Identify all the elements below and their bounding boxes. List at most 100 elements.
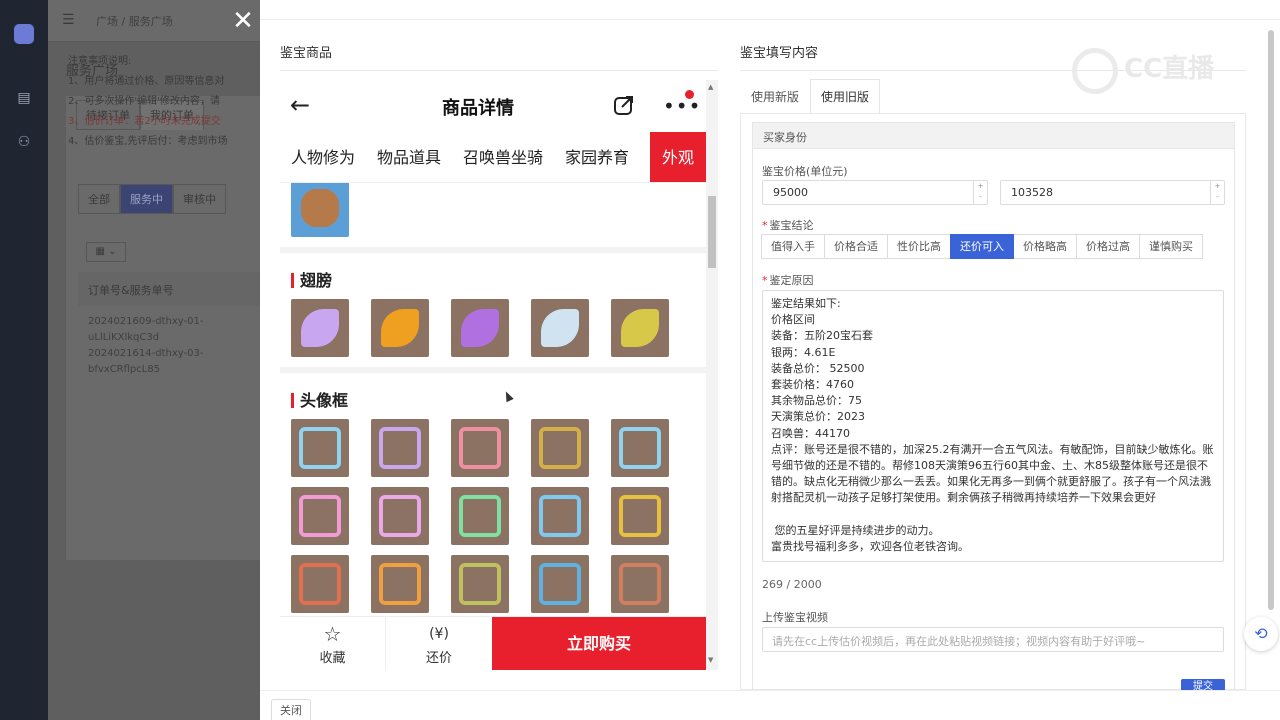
video-label: 上传鉴宝视频 [762, 611, 828, 624]
scroll-down-icon[interactable]: ▼ [708, 656, 713, 664]
share-icon[interactable] [613, 94, 635, 116]
bargain-button[interactable]: (¥) 还价 [386, 617, 492, 670]
frame-icon [379, 495, 421, 537]
preview-scrollbar[interactable] [706, 80, 718, 670]
column-toggle-button[interactable]: ▦ ⌄ [86, 242, 126, 262]
right-section-title: 鉴宝填写内容 [740, 46, 819, 61]
more-icon[interactable]: ••• [663, 94, 701, 118]
preview-header: ← 商品详情 ••• [280, 80, 706, 132]
wing-item[interactable] [371, 299, 429, 357]
order-id: 2024021614-dthxy-03- [88, 348, 204, 359]
favorite-button[interactable]: ☆ 收藏 [280, 617, 385, 670]
frame-item[interactable] [531, 419, 589, 477]
table-header: 订单号&服务单号 [78, 272, 262, 306]
frame-item[interactable] [451, 487, 509, 545]
option-too-high[interactable]: 价格过高 [1076, 234, 1140, 259]
divider [280, 247, 706, 253]
mount-thumbnail[interactable] [291, 183, 349, 237]
buyer-card: 买家身份 鉴宝价格(单位元) 95000 + - 103528 + - * 鉴宝结论 … [752, 122, 1235, 691]
frame-item[interactable] [611, 419, 669, 477]
section-wings-title: 翅膀 [291, 267, 332, 291]
stepper-icon[interactable]: + - [1210, 181, 1224, 204]
preview-scroll-thumb[interactable] [708, 196, 716, 268]
tab-home[interactable]: 家园养育 [554, 132, 640, 182]
drawer-top-strip [260, 0, 1280, 20]
stepper-icon[interactable]: + - [973, 181, 987, 204]
assistant-icon[interactable]: ⟲ [1244, 617, 1278, 651]
user-icon[interactable]: ⚇ [16, 134, 32, 150]
frame-item[interactable] [451, 419, 509, 477]
reason-textarea[interactable]: 鉴定结果如下: 价格区间 装备：五阶20宝石套 银两：4.61E 装备总价： 5… [762, 290, 1224, 562]
tab-character[interactable]: 人物修为 [280, 132, 366, 182]
wing-icon [461, 309, 499, 347]
tab-items[interactable]: 物品道具 [366, 132, 452, 182]
video-url-input[interactable]: 请先在cc上传估价视频后，再在此处粘贴视频链接；视频内容有助于好评哦~ [762, 627, 1224, 652]
char-counter: 269 / 2000 [762, 578, 822, 591]
product-preview: ← 商品详情 ••• 人物修为 物品道具 召唤兽坐骑 家园养育 外观 翅膀 头像… [280, 80, 718, 670]
frame-icon [299, 427, 341, 469]
filter-in-service[interactable]: 服务中 [120, 184, 173, 214]
option-good-value[interactable]: 性价比高 [887, 234, 951, 259]
price-label: 鉴宝价格(单位元) [762, 165, 848, 178]
tab-new-version[interactable]: 使用新版 [740, 79, 810, 113]
star-icon: ☆ [323, 622, 342, 646]
favorite-label: 收藏 [319, 651, 346, 666]
frame-item[interactable] [371, 555, 429, 613]
version-tabs: 使用新版 使用旧版 [740, 79, 881, 113]
order-id: 2024021609-dthxy-01- [88, 316, 204, 327]
price-min-input[interactable]: 95000 + - [762, 180, 988, 205]
frame-item[interactable] [291, 419, 349, 477]
frame-item[interactable] [371, 419, 429, 477]
close-button[interactable]: 关闭 [271, 699, 311, 720]
background-page: ☰ 广场 / 服务广场 服务广场 待接订单 我的订单 注意事项说明: 1、用户将… [48, 0, 280, 720]
menu-icon[interactable]: ☰ [62, 12, 75, 28]
frame-icon [299, 563, 341, 605]
section-frames-title: 头像框 [291, 387, 348, 411]
tab-old-version[interactable]: 使用旧版 [810, 79, 881, 113]
card-title: 买家身份 [753, 123, 1234, 149]
frame-icon [539, 427, 581, 469]
frame-item[interactable] [531, 555, 589, 613]
appraisal-drawer: 鉴宝商品 鉴宝填写内容 ← 商品详情 ••• 人物修为 物品道具 召唤兽坐骑 家… [260, 0, 1280, 720]
category-tabs: 人物修为 物品道具 召唤兽坐骑 家园养育 外观 [280, 132, 706, 183]
status-filter: 全部 服务中 审核中 [78, 184, 226, 214]
wing-item[interactable] [531, 299, 589, 357]
drawer-scrollbar[interactable] [1268, 30, 1274, 610]
frame-icon [459, 563, 501, 605]
frame-item[interactable] [611, 555, 669, 613]
filter-all[interactable]: 全部 [78, 184, 120, 214]
frame-item[interactable] [531, 487, 589, 545]
wing-icon [621, 309, 659, 347]
price-max-input[interactable]: 103528 + - [1000, 180, 1225, 205]
preview-footer: ☆ 收藏 (¥) 还价 立即购买 [280, 616, 706, 670]
divider [280, 367, 706, 373]
document-icon[interactable]: ▤ [16, 90, 32, 106]
scroll-up-icon[interactable]: ▲ [708, 83, 713, 91]
frame-item[interactable] [291, 487, 349, 545]
wing-icon [541, 309, 579, 347]
frame-item[interactable] [611, 487, 669, 545]
buy-now-button[interactable]: 立即购买 [492, 617, 706, 670]
order-id: uLlLiKXlkqC3d [88, 332, 160, 343]
frame-item[interactable] [451, 555, 509, 613]
close-icon[interactable]: ✕ [230, 8, 256, 34]
option-fair-price[interactable]: 价格合适 [824, 234, 888, 259]
option-slightly-high[interactable]: 价格略高 [1013, 234, 1077, 259]
wing-item[interactable] [291, 299, 349, 357]
wing-item[interactable] [611, 299, 669, 357]
wing-icon [301, 309, 339, 347]
wing-item[interactable] [451, 299, 509, 357]
divider [280, 70, 718, 71]
option-worth-buying[interactable]: 值得入手 [761, 234, 825, 259]
frame-item[interactable] [371, 487, 429, 545]
tab-appearance[interactable]: 外观 [650, 132, 706, 182]
option-cautious[interactable]: 谨慎购买 [1139, 234, 1203, 259]
conclusion-label: * 鉴宝结论 [762, 217, 814, 233]
note-line: 4、估价鉴宝,先评后付：考虑到市场 [68, 136, 228, 147]
price-min-value: 95000 [773, 186, 808, 199]
filter-reviewing[interactable]: 审核中 [173, 184, 226, 214]
option-bargain-ok[interactable]: 还价可入 [950, 234, 1014, 259]
tab-summons[interactable]: 召唤兽坐骑 [452, 132, 554, 182]
wing-icon [381, 309, 419, 347]
frame-item[interactable] [291, 555, 349, 613]
